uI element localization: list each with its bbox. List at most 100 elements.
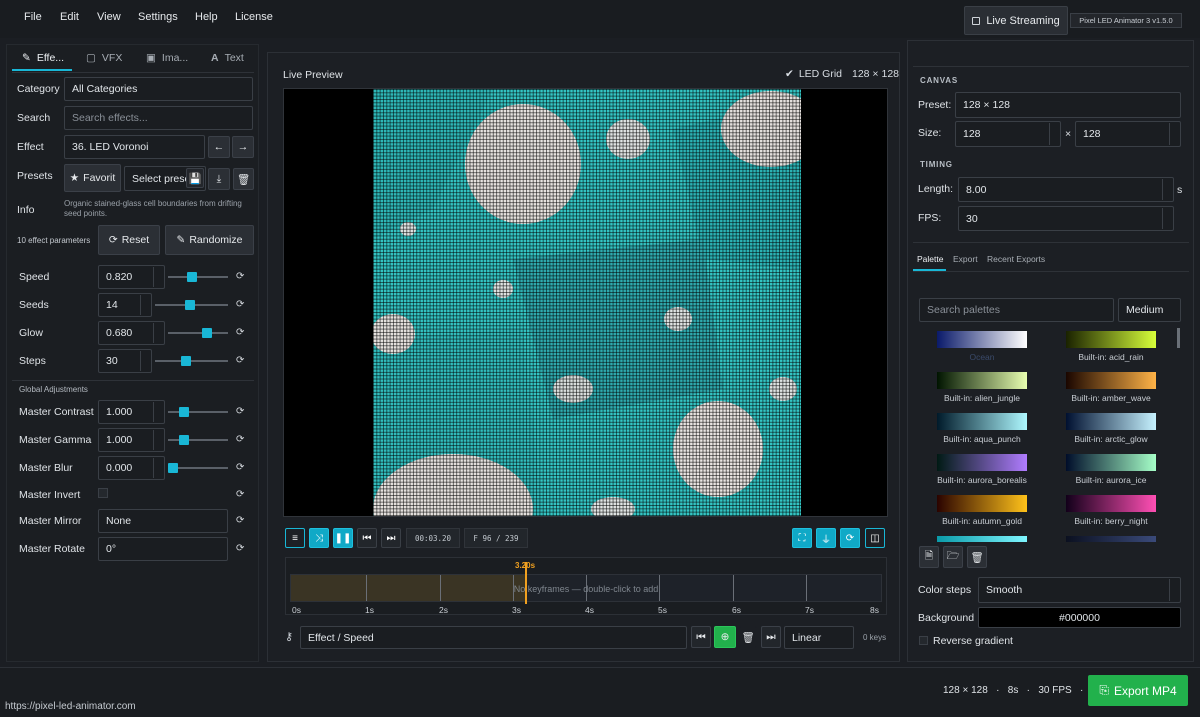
pause-button[interactable]: ❚❚ — [333, 528, 353, 548]
live-streaming-button[interactable]: Live Streaming — [964, 6, 1068, 35]
timeline[interactable]: No keyframes — double-click to add 0s 1s 2… — [285, 557, 887, 615]
save-preset-button[interactable]: 💾 — [186, 168, 204, 188]
reset-param-icon[interactable]: ⟳ — [236, 300, 246, 310]
master-rotate-select[interactable]: 0° — [98, 537, 228, 561]
delete-key-button[interactable]: 🗑 — [739, 626, 757, 648]
slider-thumb[interactable] — [187, 272, 197, 282]
reset-param-icon[interactable]: ⟳ — [236, 463, 246, 473]
color-steps-select[interactable]: Smooth — [978, 577, 1181, 603]
delete-preset-button[interactable]: 🗑 — [233, 168, 254, 190]
tab-palette[interactable]: Palette — [917, 254, 943, 264]
website-url[interactable]: https://pixel-led-animator.com — [5, 701, 136, 712]
reset-param-icon[interactable]: ⟳ — [236, 407, 246, 417]
palette-swatch[interactable] — [1066, 331, 1156, 348]
skip-back-button[interactable]: ⏮ — [357, 528, 377, 548]
led-preview-canvas[interactable] — [283, 88, 888, 517]
reset-param-icon[interactable]: ⟳ — [236, 544, 246, 554]
master-mirror-select[interactable]: None — [98, 509, 228, 533]
slider-thumb[interactable] — [179, 435, 189, 445]
track-select[interactable]: Effect / Speed — [300, 626, 687, 649]
fullscreen-button[interactable]: ⛶ — [792, 528, 812, 548]
palette-swatch[interactable] — [937, 372, 1027, 389]
import-palette-button[interactable]: 🗎 — [919, 546, 939, 568]
global-slider[interactable] — [168, 463, 228, 473]
tab-image[interactable]: ▣ Ima... — [146, 52, 188, 64]
fps-input[interactable]: 30 — [958, 206, 1174, 231]
next-effect-button[interactable]: → — [232, 136, 254, 158]
palette-scrollbar[interactable] — [1177, 328, 1180, 348]
palette-swatch[interactable] — [937, 331, 1027, 348]
palette-search-input[interactable]: Search palettes — [919, 298, 1114, 322]
plug-button[interactable]: ⏚ — [816, 528, 836, 548]
menu-license[interactable]: License — [235, 11, 273, 23]
interpolation-select[interactable]: Linear — [784, 626, 854, 649]
canvas-height-input[interactable]: 128 — [1075, 121, 1181, 147]
palette-size-select[interactable]: Medium — [1118, 298, 1181, 322]
category-select[interactable]: All Categories — [64, 77, 253, 101]
global-input[interactable]: 1.000 — [98, 400, 165, 424]
effect-select[interactable]: 36. LED Voronoi — [64, 135, 205, 159]
loop-button[interactable]: ⟳ — [840, 528, 860, 548]
timeline-track[interactable]: No keyframes — double-click to add — [290, 574, 882, 602]
palette-swatch[interactable] — [937, 495, 1027, 512]
param-input[interactable]: 30 — [98, 349, 152, 373]
reset-param-icon[interactable]: ⟳ — [236, 516, 246, 526]
download-preset-button[interactable]: ⤓ — [208, 168, 230, 190]
tab-vfx[interactable]: ▢ VFX — [86, 52, 122, 64]
param-slider[interactable] — [168, 272, 228, 282]
slider-thumb[interactable] — [181, 356, 191, 366]
led-grid-toggle[interactable]: ✔ LED Grid 128 × 128 — [785, 68, 899, 80]
reset-param-icon[interactable]: ⟳ — [236, 328, 246, 338]
slider-thumb[interactable] — [179, 407, 189, 417]
background-color-input[interactable]: #000000 — [978, 607, 1181, 628]
reset-param-icon[interactable]: ⟳ — [236, 356, 246, 366]
palette-list[interactable]: Ocean Built-in: acid_rain Built-in: alien_… — [913, 328, 1183, 542]
step-forward-button[interactable]: ⏭ — [381, 528, 401, 548]
favorite-button[interactable]: ★ Favorit — [64, 164, 121, 192]
palette-swatch[interactable] — [1066, 495, 1156, 512]
reset-param-icon[interactable]: ⟳ — [236, 435, 246, 445]
slider-thumb[interactable] — [185, 300, 195, 310]
menu-button[interactable]: ≡ — [285, 528, 305, 548]
param-input[interactable]: 0.680 — [98, 321, 165, 345]
reset-param-icon[interactable]: ⟳ — [236, 272, 246, 282]
menu-settings[interactable]: Settings — [138, 11, 178, 23]
search-effects-input[interactable]: Search effects... — [64, 106, 253, 130]
palette-swatch[interactable] — [1066, 413, 1156, 430]
param-input[interactable]: 14 — [98, 293, 152, 317]
palette-swatch[interactable] — [1066, 372, 1156, 389]
tab-text[interactable]: A Text — [211, 52, 244, 64]
slider-thumb[interactable] — [202, 328, 212, 338]
slider-thumb[interactable] — [168, 463, 178, 473]
export-mp4-button[interactable]: ⎘ Export MP4 — [1088, 675, 1188, 706]
tab-export[interactable]: Export — [953, 254, 978, 264]
tab-recent-exports[interactable]: Recent Exports — [987, 254, 1045, 264]
palette-swatch[interactable] — [1066, 454, 1156, 471]
reset-param-icon[interactable]: ⟳ — [236, 490, 246, 500]
reverse-gradient-checkbox[interactable] — [919, 636, 928, 645]
split-view-button[interactable]: ◫ — [865, 528, 885, 548]
param-slider[interactable] — [168, 328, 228, 338]
param-slider[interactable] — [155, 300, 228, 310]
menu-help[interactable]: Help — [195, 11, 218, 23]
length-input[interactable]: 8.00 — [958, 177, 1174, 202]
randomize-button[interactable]: ✎ Randomize — [165, 225, 254, 255]
shuffle-button[interactable]: ⤨ — [309, 528, 329, 548]
menu-edit[interactable]: Edit — [60, 11, 79, 23]
add-key-button[interactable]: ⊕ — [714, 626, 736, 648]
param-slider[interactable] — [155, 356, 228, 366]
canvas-preset-select[interactable]: 128 × 128 — [955, 92, 1181, 118]
palette-swatch[interactable] — [937, 536, 1027, 542]
menu-file[interactable]: File — [24, 11, 42, 23]
param-input[interactable]: 0.820 — [98, 265, 165, 289]
reset-button[interactable]: ⟳ Reset — [98, 225, 160, 255]
canvas-width-input[interactable]: 128 — [955, 121, 1061, 147]
palette-swatch[interactable] — [1066, 536, 1156, 542]
global-slider[interactable] — [168, 407, 228, 417]
global-input[interactable]: 0.000 — [98, 456, 165, 480]
prev-key-button[interactable]: ⏮ — [691, 626, 711, 648]
palette-swatch[interactable] — [937, 454, 1027, 471]
next-key-button[interactable]: ⏭ — [761, 626, 781, 648]
menu-view[interactable]: View — [97, 11, 121, 23]
previous-effect-button[interactable]: ← — [208, 136, 230, 158]
